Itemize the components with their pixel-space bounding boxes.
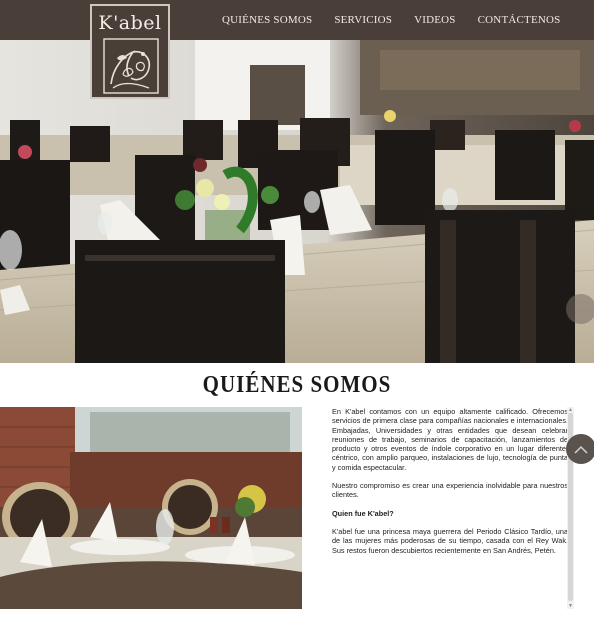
- about-photo: [0, 407, 302, 609]
- logo-text: K'abel: [98, 12, 162, 34]
- scroll-down-arrow-icon[interactable]: ▼: [567, 603, 574, 609]
- nav-item-videos[interactable]: VIDEOS: [414, 14, 456, 26]
- dining-room-image: [0, 407, 302, 609]
- chevron-up-icon: [574, 445, 588, 454]
- about-question-heading: Quien fue K'abel?: [332, 508, 394, 518]
- back-to-top-button[interactable]: [566, 434, 594, 464]
- nav-item-contactenos[interactable]: CONTÁCTENOS: [478, 14, 561, 26]
- slider-handle[interactable]: [566, 294, 594, 324]
- logo-emblem-icon: [103, 38, 159, 94]
- section-title: QUIÉNES SOMOS: [202, 370, 392, 398]
- about-text: En K'abel contamos con un equipo altamen…: [332, 407, 568, 609]
- about-paragraph-3: K'abel fue una princesa maya guerrera de…: [332, 526, 568, 555]
- about-paragraph-1: En K'abel contamos con un equipo altamen…: [332, 407, 568, 472]
- nav-item-quienes-somos[interactable]: QUIÉNES SOMOS: [222, 14, 312, 26]
- main-nav: QUIÉNES SOMOS SERVICIOS VIDEOS CONTÁCTEN…: [222, 0, 583, 40]
- site-logo[interactable]: K'abel: [90, 4, 170, 99]
- nav-item-servicios[interactable]: SERVICIOS: [334, 14, 392, 26]
- about-paragraph-2: Nuestro compromiso es crear una experien…: [332, 481, 568, 500]
